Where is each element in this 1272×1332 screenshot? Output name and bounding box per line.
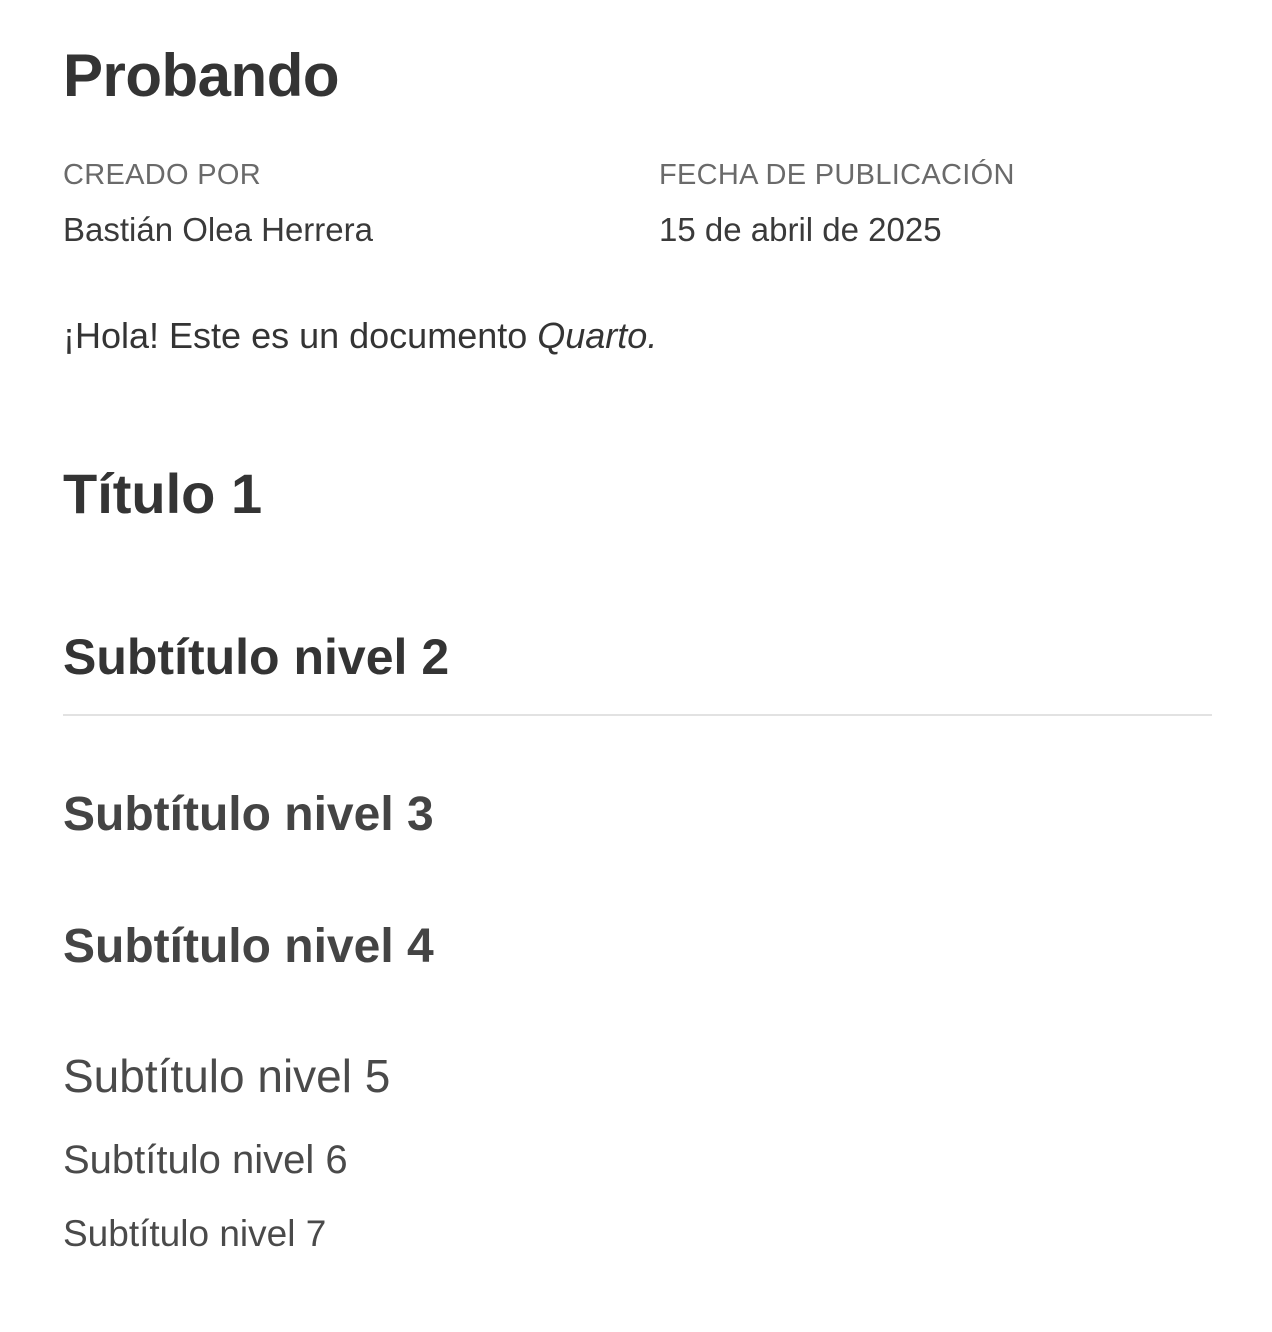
publication-date: 15 de abril de 2025 <box>659 211 942 248</box>
date-block: FECHA DE PUBLICACIÓN 15 de abril de 2025 <box>659 156 1015 250</box>
heading-level-4: Subtítulo nivel 4 <box>63 920 434 973</box>
author-name: Bastián Olea Herrera <box>63 211 373 248</box>
heading-level-2: Subtítulo nivel 2 <box>63 629 450 685</box>
author-label: CREADO POR <box>63 159 261 191</box>
heading-level-5: Subtítulo nivel 5 <box>63 1050 391 1102</box>
heading-level-7: Subtítulo nivel 7 <box>63 1213 327 1254</box>
heading-level-1: Título 1 <box>63 462 263 525</box>
section-divider <box>63 714 1212 716</box>
author-block: CREADO POR Bastián Olea Herrera <box>63 156 373 250</box>
date-label: FECHA DE PUBLICACIÓN <box>659 159 1015 191</box>
heading-level-6: Subtítulo nivel 6 <box>63 1138 348 1182</box>
heading-level-3: Subtítulo nivel 3 <box>63 788 434 841</box>
intro-paragraph: ¡Hola! Este es un documento Quarto. <box>63 312 657 360</box>
intro-text: ¡Hola! Este es un documento <box>63 315 538 356</box>
intro-emphasis: Quarto. <box>537 315 658 356</box>
page-title: Probando <box>63 42 340 109</box>
